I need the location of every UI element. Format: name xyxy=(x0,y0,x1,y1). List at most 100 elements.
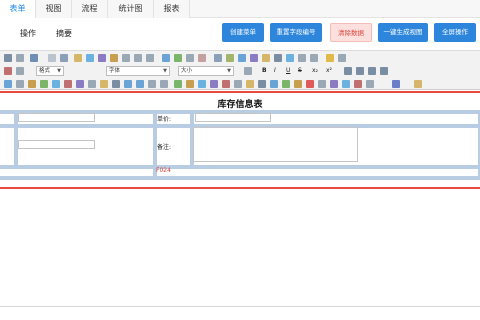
font-select-value: 字体 xyxy=(109,68,121,74)
replace-icon[interactable] xyxy=(174,54,182,62)
qrcode-icon[interactable] xyxy=(306,80,314,88)
align-center-icon[interactable] xyxy=(356,67,364,75)
indent-icon[interactable] xyxy=(160,80,168,88)
div-icon[interactable] xyxy=(100,80,108,88)
ordered-list-icon[interactable] xyxy=(124,80,132,88)
generate-view-button[interactable]: 一键生成视图 xyxy=(378,23,428,42)
textarea-icon[interactable] xyxy=(262,54,270,62)
dept-icon[interactable] xyxy=(222,80,230,88)
size-select[interactable]: 大小 ▼ xyxy=(178,66,234,76)
tab-flow[interactable]: 流程 xyxy=(72,0,108,18)
unlink-icon[interactable] xyxy=(16,80,24,88)
iframe-icon[interactable] xyxy=(76,80,84,88)
macro-icon[interactable] xyxy=(258,80,266,88)
underline-button[interactable]: U xyxy=(286,67,290,74)
subtab-summary[interactable]: 摘要 xyxy=(56,28,72,39)
sign-icon[interactable] xyxy=(246,80,254,88)
clear-data-button[interactable]: 清除数据 xyxy=(330,23,372,42)
hr-icon[interactable] xyxy=(64,80,72,88)
justify-icon[interactable] xyxy=(380,67,388,75)
page-bottom-border xyxy=(0,306,480,307)
tab-view[interactable]: 视图 xyxy=(36,0,72,18)
page-break-icon[interactable] xyxy=(88,80,96,88)
map-icon[interactable] xyxy=(318,80,326,88)
data-icon[interactable] xyxy=(354,80,362,88)
tab-report[interactable]: 报表 xyxy=(154,0,190,18)
format-select[interactable]: 格式 ▼ xyxy=(36,66,64,76)
smiley-icon[interactable] xyxy=(326,54,334,62)
cut-icon[interactable] xyxy=(86,54,94,62)
calc-icon[interactable] xyxy=(282,80,290,88)
redo-icon[interactable] xyxy=(146,54,154,62)
anchor-icon[interactable] xyxy=(28,80,36,88)
unordered-list-icon[interactable] xyxy=(136,80,144,88)
save-icon[interactable] xyxy=(16,54,24,62)
checkbox-icon[interactable] xyxy=(226,54,234,62)
editor-toolbar-row-2: B I U S x₂ x² xyxy=(0,64,480,78)
tab-chart[interactable]: 统计图 xyxy=(108,0,154,18)
radio-icon[interactable] xyxy=(238,54,246,62)
form-icon[interactable] xyxy=(214,54,222,62)
select-icon[interactable] xyxy=(274,54,282,62)
align-left-icon[interactable] xyxy=(344,67,352,75)
text-color-icon[interactable] xyxy=(392,80,400,88)
datetime-icon[interactable] xyxy=(198,80,206,88)
form-bottom-border xyxy=(0,187,480,189)
image-button-icon[interactable] xyxy=(298,54,306,62)
select-all-icon[interactable] xyxy=(186,54,194,62)
new-page-icon[interactable] xyxy=(30,54,38,62)
italic-button[interactable]: I xyxy=(274,67,276,74)
bold-button[interactable]: B xyxy=(262,67,267,74)
strike-button[interactable]: S xyxy=(298,67,302,74)
textfield-icon[interactable] xyxy=(250,54,258,62)
create-menu-button[interactable]: 创建菜单 xyxy=(222,23,264,42)
blockquote-icon[interactable] xyxy=(112,80,120,88)
maximize-icon[interactable] xyxy=(244,67,252,75)
copy-icon[interactable] xyxy=(98,54,106,62)
formula-icon[interactable] xyxy=(186,80,194,88)
chart-icon[interactable] xyxy=(330,80,338,88)
superscript-button[interactable]: x² xyxy=(326,67,332,74)
remarks-textarea[interactable] xyxy=(193,127,358,162)
field-icon[interactable] xyxy=(174,80,182,88)
template-icon[interactable] xyxy=(74,54,82,62)
fullscreen-operation-button[interactable]: 全屏操作 xyxy=(434,23,476,42)
paste-text-icon[interactable] xyxy=(122,54,130,62)
progress-icon[interactable] xyxy=(294,80,302,88)
special-char-icon[interactable] xyxy=(338,54,346,62)
preview-icon[interactable] xyxy=(48,54,56,62)
find-icon[interactable] xyxy=(162,54,170,62)
user-icon[interactable] xyxy=(210,80,218,88)
paragraph-icon[interactable] xyxy=(16,67,24,75)
paste-icon[interactable] xyxy=(110,54,118,62)
remove-format-icon[interactable] xyxy=(198,54,206,62)
font-select[interactable]: 字体 ▼ xyxy=(106,66,170,76)
hidden-field-icon[interactable] xyxy=(310,54,318,62)
subform-icon[interactable] xyxy=(342,80,350,88)
flash-icon[interactable] xyxy=(52,80,60,88)
reset-field-numbers-button[interactable]: 重置字段编号 xyxy=(270,23,322,42)
grid-line xyxy=(0,176,480,180)
outdent-icon[interactable] xyxy=(148,80,156,88)
table-icon[interactable] xyxy=(4,67,12,75)
form-code: F024 xyxy=(156,167,171,174)
button-icon[interactable] xyxy=(286,54,294,62)
bg-color-icon[interactable] xyxy=(414,80,422,88)
unit-price-input[interactable] xyxy=(195,113,271,122)
print-icon[interactable] xyxy=(60,54,68,62)
field-input-2[interactable] xyxy=(18,140,95,149)
source-icon[interactable] xyxy=(4,54,12,62)
chevron-down-icon: ▼ xyxy=(227,68,231,74)
attachment-icon[interactable] xyxy=(234,80,242,88)
tab-form[interactable]: 表单 xyxy=(0,0,36,18)
chevron-down-icon: ▼ xyxy=(57,68,61,74)
align-right-icon[interactable] xyxy=(368,67,376,75)
field-input-1[interactable] xyxy=(18,113,95,122)
subscript-button[interactable]: x₂ xyxy=(312,67,318,74)
link-icon[interactable] xyxy=(4,80,12,88)
subtab-operations[interactable]: 操作 xyxy=(20,28,36,39)
undo-icon[interactable] xyxy=(134,54,142,62)
list-view-icon[interactable] xyxy=(270,80,278,88)
code-icon[interactable] xyxy=(366,80,374,88)
image-icon[interactable] xyxy=(40,80,48,88)
